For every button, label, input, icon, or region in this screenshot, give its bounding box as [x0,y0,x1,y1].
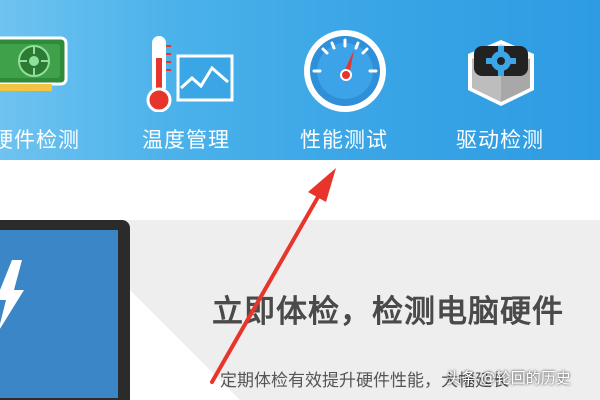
tool-performance-test[interactable]: 性能测试 [298,0,398,160]
page-headline: 立即体检，检测电脑硬件 [212,294,564,330]
tool-label: 驱动检测 [456,128,544,152]
thermometer-icon [146,36,234,112]
tool-label: 温度管理 [142,128,230,152]
monitor-illustration [0,220,600,400]
main-panel: 立即体检，检测电脑硬件 定期体检有效提升硬件性能，大幅延长 [0,160,600,400]
tool-label: 硬件检测 [0,128,80,152]
graphics-card-icon [0,36,68,91]
top-toolbar: 硬件检测 温度管理 性能测试 驱动检测 [0,0,600,160]
speedometer-icon [304,30,386,112]
watermark: 头条 @轮回的历史 [446,369,571,387]
gear-cube-icon [468,40,534,106]
tool-label: 性能测试 [300,128,388,152]
tool-driver-detection[interactable]: 驱动检测 [452,0,562,160]
tool-temperature-management[interactable]: 温度管理 [140,0,250,160]
tool-hardware-detection[interactable]: 硬件检测 [0,0,120,160]
